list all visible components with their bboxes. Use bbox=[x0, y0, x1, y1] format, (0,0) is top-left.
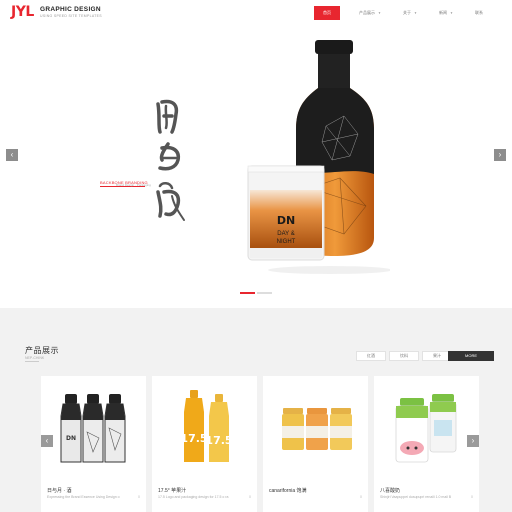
section-divider bbox=[25, 361, 39, 362]
view-count: 0 bbox=[138, 495, 140, 499]
product-desc: Shinjiri Vaapuppei dusupupri renaili 1.0… bbox=[380, 495, 452, 499]
slider-next-button[interactable]: › bbox=[494, 149, 506, 161]
svg-text:17.5: 17.5 bbox=[180, 432, 207, 445]
product-image bbox=[263, 376, 368, 480]
hero-slider: ‹ › BACKBONE BRANDING Brand Design · Pac… bbox=[0, 26, 512, 308]
slider-prev-button[interactable]: ‹ bbox=[6, 149, 18, 161]
product-carousel: DN 日与月 · 酒 Expressing the Brand Essence … bbox=[41, 376, 479, 512]
glass-label-line2: NIGHT bbox=[277, 239, 296, 245]
tab-wine[interactable]: 红酒 bbox=[356, 351, 386, 361]
more-button[interactable]: MORE bbox=[448, 351, 494, 361]
product-title[interactable]: 八喜酸奶 bbox=[380, 487, 400, 494]
nav-item-home[interactable]: 首页 bbox=[314, 6, 341, 20]
tab-drinks[interactable]: 饮料 bbox=[389, 351, 419, 361]
chevron-down-icon: ▼ bbox=[414, 11, 418, 15]
svg-text:DN: DN bbox=[66, 435, 76, 442]
hero-tag-subtitle: Brand Design · Packaging bbox=[116, 183, 151, 187]
nav-item-label: 产品展示 bbox=[359, 10, 376, 15]
section-title: 产品展示 bbox=[25, 346, 59, 355]
product-title[interactable]: 日与月 · 酒 bbox=[47, 487, 71, 494]
logo-title: GRAPHIC DESIGN bbox=[40, 6, 101, 13]
glass-label-line1: DAY & bbox=[277, 231, 294, 237]
logo-subtitle: USING SPEED SITE TEMPLATES bbox=[40, 14, 102, 18]
calligraphy-artwork bbox=[156, 99, 185, 221]
product-title[interactable]: 17.5° 苹果汁 bbox=[158, 487, 186, 494]
carousel-next-button[interactable]: › bbox=[467, 435, 479, 447]
hero-product-image: DN DAY & NIGHT bbox=[247, 40, 390, 274]
nav-item-about[interactable]: 关于 ▼ bbox=[392, 6, 428, 20]
product-desc: 17.5 Logo and packaging design for 17.5 … bbox=[158, 495, 229, 499]
slider-dot[interactable] bbox=[257, 292, 272, 294]
product-card[interactable]: 17.5 17.5 17.5° 苹果汁 17.5 Logo and packag… bbox=[152, 376, 257, 512]
product-image: 17.5 17.5 bbox=[152, 376, 257, 480]
main-nav: 首页 产品展示 ▼ 关于 ▼ 新闻 ▼ 联系 bbox=[314, 6, 494, 20]
product-desc: Expressing the Brand Essence Using Desig… bbox=[47, 495, 120, 499]
chevron-down-icon: ▼ bbox=[450, 11, 453, 15]
product-card[interactable]: canarifornia 饱满 0 bbox=[263, 376, 368, 512]
carousel-prev-button[interactable]: ‹ bbox=[41, 435, 53, 447]
nav-item-label: 关于 bbox=[403, 10, 412, 15]
nav-item-news[interactable]: 新闻 ▼ bbox=[428, 6, 464, 20]
product-card[interactable]: 八喜酸奶 Shinjiri Vaapuppei dusupupri renail… bbox=[374, 376, 479, 512]
section-subtitle: NEP-CHINK bbox=[25, 356, 45, 360]
product-category-tabs: 红酒 饮料 果汁 bbox=[356, 351, 452, 361]
slider-dot[interactable] bbox=[240, 292, 255, 294]
product-image bbox=[374, 376, 479, 480]
product-title[interactable]: canarifornia 饱满 bbox=[269, 487, 307, 494]
chevron-down-icon: ▼ bbox=[378, 11, 382, 15]
site-header: JYL GRAPHIC DESIGN USING SPEED SITE TEMP… bbox=[0, 0, 512, 26]
nav-item-contact[interactable]: 联系 bbox=[464, 6, 494, 20]
view-count: 0 bbox=[471, 495, 473, 499]
products-section: 产品展示 NEP-CHINK 红酒 饮料 果汁 MORE DN 日与月 · 酒 … bbox=[0, 308, 512, 512]
view-count: 0 bbox=[249, 495, 251, 499]
logo-mark[interactable]: JYL bbox=[11, 4, 34, 20]
svg-text:DN: DN bbox=[277, 214, 295, 227]
nav-item-label: 新闻 bbox=[439, 10, 448, 15]
nav-item-products[interactable]: 产品展示 ▼ bbox=[348, 6, 392, 20]
nav-item-label: 联系 bbox=[475, 10, 483, 15]
nav-item-label: 首页 bbox=[323, 10, 332, 15]
slider-pagination bbox=[240, 292, 272, 294]
product-image: DN bbox=[41, 376, 146, 480]
svg-text:17.5: 17.5 bbox=[205, 434, 232, 447]
view-count: 0 bbox=[360, 495, 362, 499]
product-card[interactable]: DN 日与月 · 酒 Expressing the Brand Essence … bbox=[41, 376, 146, 512]
